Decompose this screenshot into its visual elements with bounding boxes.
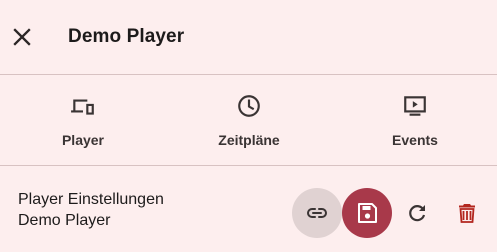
- devices-icon: [71, 99, 94, 115]
- dialog-header: Demo Player: [0, 0, 497, 75]
- link-icon: [307, 208, 327, 218]
- tab-bar: Player Zeitpläne Events: [0, 75, 497, 166]
- clock-icon: [238, 95, 260, 117]
- save-icon: [358, 203, 377, 223]
- tab-zeitplaene[interactable]: Zeitpläne: [166, 75, 332, 166]
- tab-player-label: Player: [61, 132, 105, 148]
- page-title: Demo Player: [68, 26, 185, 47]
- settings-player-name: Demo Player: [18, 212, 111, 229]
- copy-link-button[interactable]: [292, 188, 342, 238]
- save-button[interactable]: [342, 188, 392, 238]
- refresh-icon: [409, 205, 426, 222]
- tab-events-label: Events: [392, 132, 438, 148]
- delete-icon: [459, 204, 475, 223]
- tab-events[interactable]: Events: [332, 75, 497, 166]
- slideshow-icon: [404, 96, 426, 116]
- close-button[interactable]: [10, 25, 34, 49]
- tab-player[interactable]: Player: [0, 75, 166, 166]
- settings-heading: Player Einstellungen: [18, 191, 164, 208]
- tab-zeitplaene-label: Zeitpläne: [218, 132, 280, 148]
- settings-info: Player Einstellungen Demo Player: [18, 189, 164, 231]
- close-icon: [13, 28, 31, 46]
- refresh-button[interactable]: [392, 188, 442, 238]
- delete-button[interactable]: [442, 188, 492, 238]
